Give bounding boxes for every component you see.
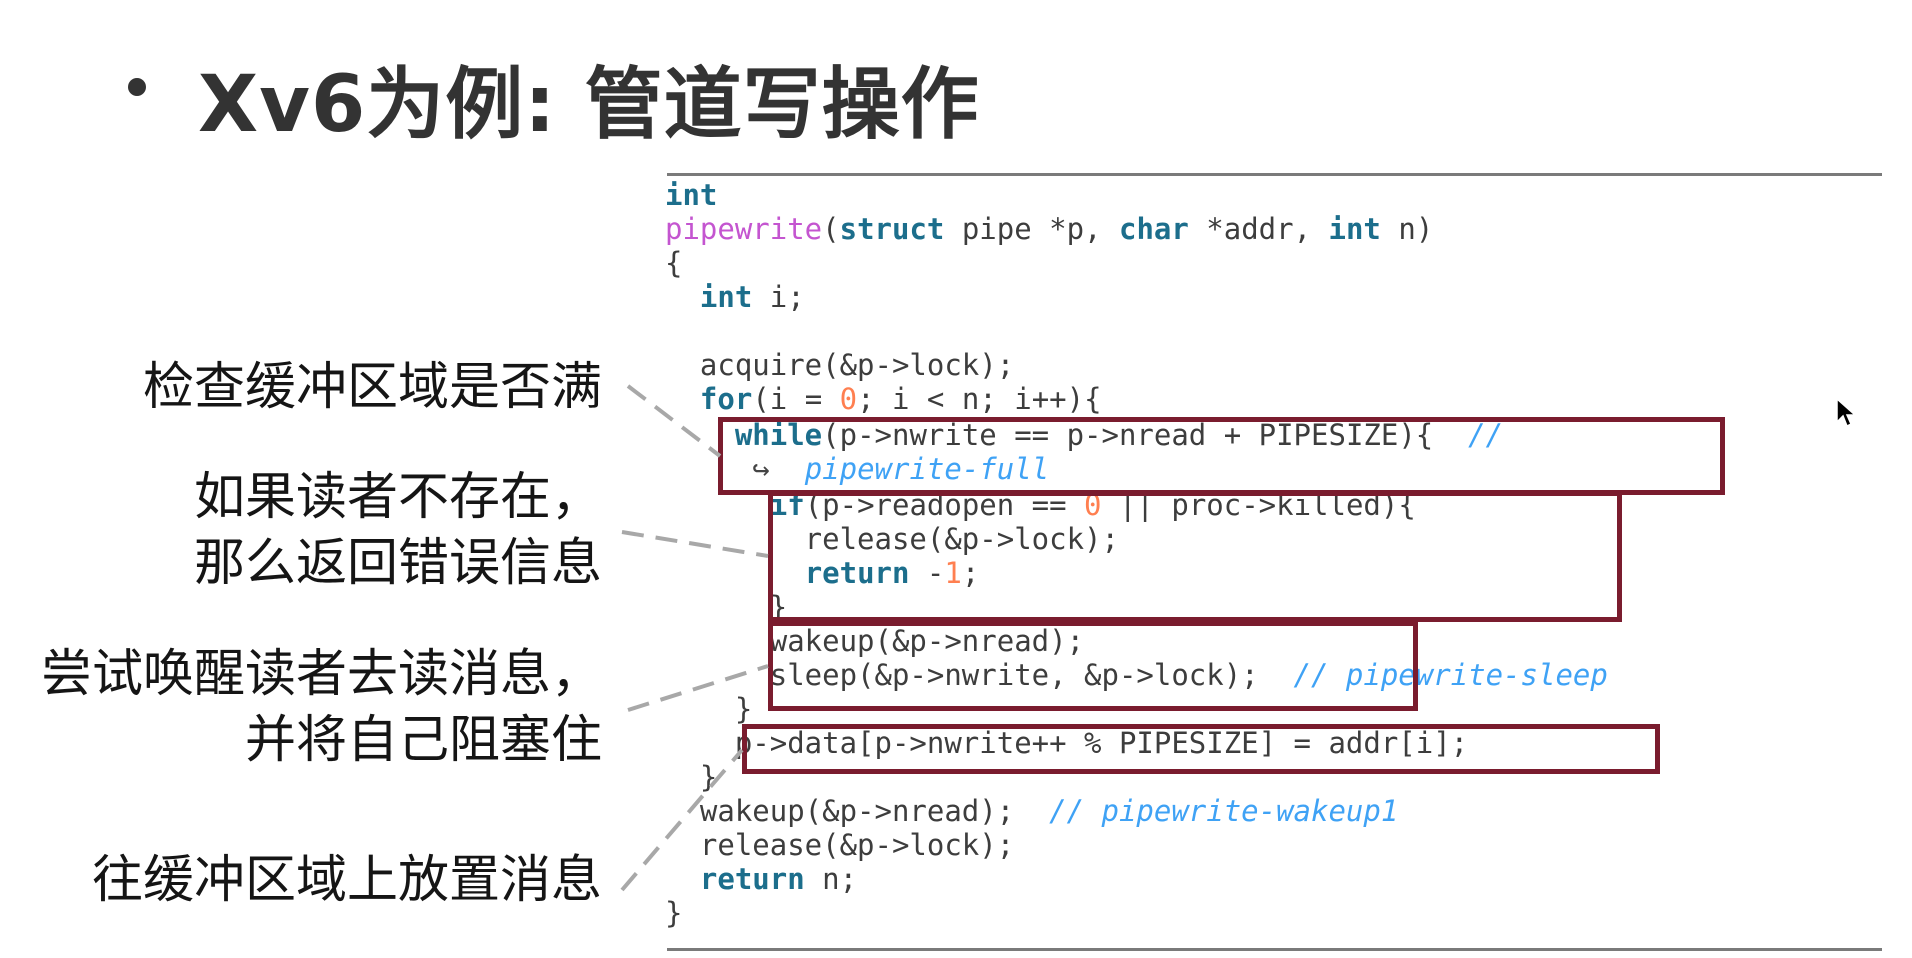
annotation-check-full: 检查缓冲区域是否满	[143, 355, 602, 421]
code-bottom-rule	[667, 948, 1882, 951]
highlight-box-readopen-check	[768, 491, 1622, 622]
code-token: return	[699, 862, 805, 896]
code-token: struct	[839, 212, 945, 246]
code-line: }	[665, 760, 717, 794]
code-token: 0	[839, 382, 858, 416]
code-line: return n;	[665, 862, 857, 896]
code-token: // pipewrite-wakeup1	[1049, 794, 1399, 828]
code-token: int	[699, 280, 753, 314]
annotation-wake-reader: 尝试唤醒读者去读消息， 并将自己阻塞住	[41, 642, 602, 774]
code-line: int i;	[665, 280, 805, 314]
code-token: *addr,	[1188, 212, 1329, 246]
code-token: acquire(&p->lock);	[665, 348, 1015, 382]
code-line: }	[665, 692, 752, 726]
code-token: }	[665, 760, 718, 794]
annotation-wake-reader-line2: 并将自己阻塞住	[244, 711, 602, 770]
code-line: }	[665, 896, 682, 930]
code-token: n)	[1380, 212, 1434, 246]
code-line: {	[665, 246, 682, 280]
code-line: for(i = 0; i < n; i++){	[665, 382, 1102, 416]
code-token: wakeup(&p->nread);	[665, 794, 1050, 828]
code-line: wakeup(&p->nread); // pipewrite-wakeup1	[665, 794, 1398, 828]
code-line: acquire(&p->lock);	[665, 348, 1014, 382]
code-token: int	[1328, 212, 1381, 246]
annotation-no-reader-line2: 那么返回错误信息	[193, 534, 602, 593]
annotation-wake-reader-line1: 尝试唤醒读者去读消息，	[40, 645, 602, 704]
code-line: int	[665, 178, 717, 212]
annotation-no-reader-line1: 如果读者不存在，	[193, 468, 602, 527]
code-token: n;	[804, 862, 858, 896]
bullet-dot-icon	[128, 78, 146, 96]
code-token: pipe *p,	[944, 212, 1119, 246]
code-line: pipewrite(struct pipe *p, char *addr, in…	[665, 212, 1433, 246]
code-token: (	[822, 212, 840, 246]
slide-title: Xv6为例: 管道写操作	[198, 60, 980, 150]
annotation-check-full-text: 检查缓冲区域是否满	[142, 358, 602, 417]
code-token: pipewrite	[665, 212, 823, 246]
mouse-pointer-icon	[1836, 398, 1857, 428]
code-token: ; i < n; i++){	[857, 382, 1102, 416]
annotation-put-message-text: 往缓冲区域上放置消息	[91, 851, 602, 910]
code-token: i;	[752, 280, 805, 314]
code-token: }	[665, 692, 753, 726]
code-token: {	[665, 246, 683, 280]
code-top-rule	[667, 173, 1882, 176]
highlight-box-while-loop	[718, 417, 1725, 495]
annotation-put-message: 往缓冲区域上放置消息	[92, 848, 602, 914]
code-token: int	[665, 178, 718, 212]
code-line: release(&p->lock);	[665, 828, 1014, 862]
code-token: char	[1118, 212, 1189, 246]
code-token: (i =	[752, 382, 840, 416]
slide: Xv6为例: 管道写操作 int pipewrite(struct pipe *p…	[0, 0, 1912, 958]
highlight-box-data-write	[742, 724, 1660, 774]
annotation-no-reader: 如果读者不存在， 那么返回错误信息	[194, 465, 602, 597]
code-token: for	[699, 382, 753, 416]
code-token: release(&p->lock);	[665, 828, 1015, 862]
highlight-box-wakeup-sleep	[768, 621, 1418, 711]
code-token: }	[665, 896, 683, 930]
